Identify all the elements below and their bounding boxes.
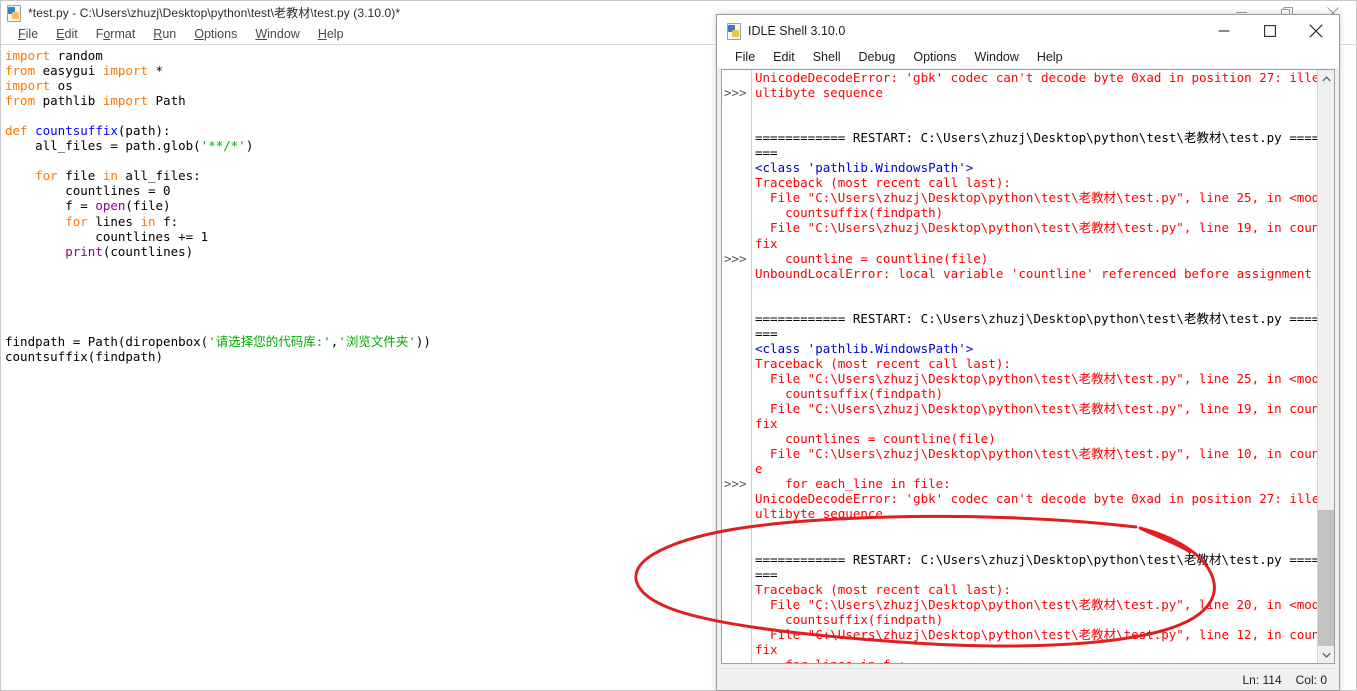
shell-text-content[interactable]: UnicodeDecodeError: 'gbk' codec can't de…: [752, 70, 1317, 663]
shell-window: IDLE Shell 3.10.0 File Edit Shell Debug Opti…: [716, 14, 1340, 691]
shell-output-line: File "C:\Users\zhuzj\Desktop\python\test…: [755, 401, 1317, 417]
shell-output-line: File "C:\Users\zhuzj\Desktop\python\test…: [755, 446, 1317, 462]
shell-title: IDLE Shell 3.10.0: [748, 23, 846, 38]
shell-output-line: UnboundLocalError: local variable 'count…: [755, 265, 1312, 281]
shell-output-line: Traceback (most recent call last):: [755, 355, 1011, 371]
shell-output-line: <class 'pathlib.WindowsPath'>: [755, 160, 974, 176]
shell-close-button[interactable]: [1293, 15, 1339, 46]
chevron-down-icon[interactable]: [1318, 646, 1334, 663]
shell-output-line: e: [755, 461, 763, 477]
scrollbar-thumb[interactable]: [1318, 510, 1334, 663]
shell-menu-window[interactable]: Window: [965, 48, 1027, 66]
shell-minimize-button[interactable]: [1201, 15, 1247, 46]
shell-output-line: File "C:\Users\zhuzj\Desktop\python\test…: [755, 220, 1317, 236]
shell-output-line: countsuffix(findpath): [755, 205, 944, 221]
shell-output-line: for each_line in file:: [755, 476, 951, 492]
shell-menu-help[interactable]: Help: [1028, 48, 1072, 66]
shell-output-line: UnicodeDecodeError: 'gbk' codec can't de…: [755, 70, 1317, 85]
editor-menu-window[interactable]: Window: [246, 25, 308, 43]
shell-menu-edit[interactable]: Edit: [764, 48, 804, 66]
editor-menu-format[interactable]: Format: [87, 25, 145, 43]
shell-output-area[interactable]: >>>>>>>>>>>> UnicodeDecodeError: 'gbk' c…: [721, 69, 1335, 664]
shell-output-line: [755, 521, 1317, 536]
shell-statusbar: Ln: 114 Col: 0: [717, 668, 1339, 690]
editor-menu-edit[interactable]: Edit: [47, 25, 87, 43]
shell-menu-options[interactable]: Options: [904, 48, 965, 66]
shell-output-line: Traceback (most recent call last):: [755, 581, 1011, 597]
shell-output-line: File "C:\Users\zhuzj\Desktop\python\test…: [755, 626, 1317, 642]
shell-output-line: countsuffix(findpath): [755, 611, 944, 627]
editor-title: *test.py - C:\Users\zhuzj\Desktop\python…: [28, 6, 401, 20]
shell-output-line: ===: [755, 145, 778, 161]
shell-output-line: ============ RESTART: C:\Users\zhuzj\Des…: [755, 310, 1317, 326]
shell-output-line: fix: [755, 235, 778, 251]
shell-scrollbar[interactable]: [1317, 70, 1334, 663]
editor-menu-help[interactable]: Help: [309, 25, 353, 43]
editor-menu-options[interactable]: Options: [185, 25, 246, 43]
shell-prompt-marker: >>>: [724, 476, 747, 492]
shell-output-line: ===: [755, 325, 778, 341]
shell-prompt-marker: >>>: [724, 85, 747, 101]
shell-output-line: <class 'pathlib.WindowsPath'>: [755, 340, 974, 356]
shell-output-line: [755, 536, 1317, 551]
shell-output-line: fix: [755, 641, 778, 657]
shell-titlebar: IDLE Shell 3.10.0: [717, 15, 1339, 46]
shell-output-line: File "C:\Users\zhuzj\Desktop\python\test…: [755, 190, 1317, 206]
shell-output-line: Traceback (most recent call last):: [755, 175, 1011, 191]
status-line-number: Ln: 114: [1242, 672, 1282, 687]
shell-output-line: [755, 296, 1317, 311]
shell-output-line: countsuffix(findpath): [755, 385, 944, 401]
status-column-number: Col: 0: [1295, 672, 1327, 687]
shell-output-line: UnicodeDecodeError: 'gbk' codec can't de…: [755, 491, 1317, 507]
python-shell-icon: [726, 22, 742, 40]
shell-output-line: ============ RESTART: C:\Users\zhuzj\Des…: [755, 130, 1317, 146]
shell-output-line: countlines = countline(file): [755, 431, 996, 447]
shell-menu-file[interactable]: File: [726, 48, 764, 66]
shell-prompt-marker: >>>: [724, 250, 747, 266]
shell-output-line: [755, 115, 1317, 130]
chevron-up-icon[interactable]: [1318, 70, 1334, 87]
shell-maximize-button[interactable]: [1247, 15, 1293, 46]
shell-output-line: fix: [755, 416, 778, 432]
shell-output-line: File "C:\Users\zhuzj\Desktop\python\test…: [755, 596, 1317, 612]
shell-output-line: File "C:\Users\zhuzj\Desktop\python\test…: [755, 370, 1317, 386]
shell-menu-shell[interactable]: Shell: [804, 48, 850, 66]
shell-menubar: File Edit Shell Debug Options Window Help: [717, 46, 1339, 68]
python-file-icon: [6, 4, 22, 22]
shell-output-line: ultibyte sequence: [755, 85, 883, 101]
shell-output-line: ===: [755, 566, 778, 582]
shell-output-line: ultibyte sequence: [755, 506, 883, 522]
shell-output-line: ============ RESTART: C:\Users\zhuzj\Des…: [755, 551, 1317, 567]
shell-titlebar-buttons: [1201, 15, 1339, 46]
shell-output-line: [755, 281, 1317, 296]
screen-root: *test.py - C:\Users\zhuzj\Desktop\python…: [0, 0, 1357, 691]
shell-output-line: [755, 100, 1317, 115]
editor-menu-file[interactable]: File: [9, 25, 47, 43]
shell-menu-debug[interactable]: Debug: [850, 48, 905, 66]
shell-output-line: for lines in f :: [755, 657, 1317, 663]
editor-menu-run[interactable]: Run: [144, 25, 185, 43]
shell-output-line: countline = countline(file): [755, 250, 989, 266]
shell-prompt-gutter: >>>>>>>>>>>>: [722, 70, 752, 663]
